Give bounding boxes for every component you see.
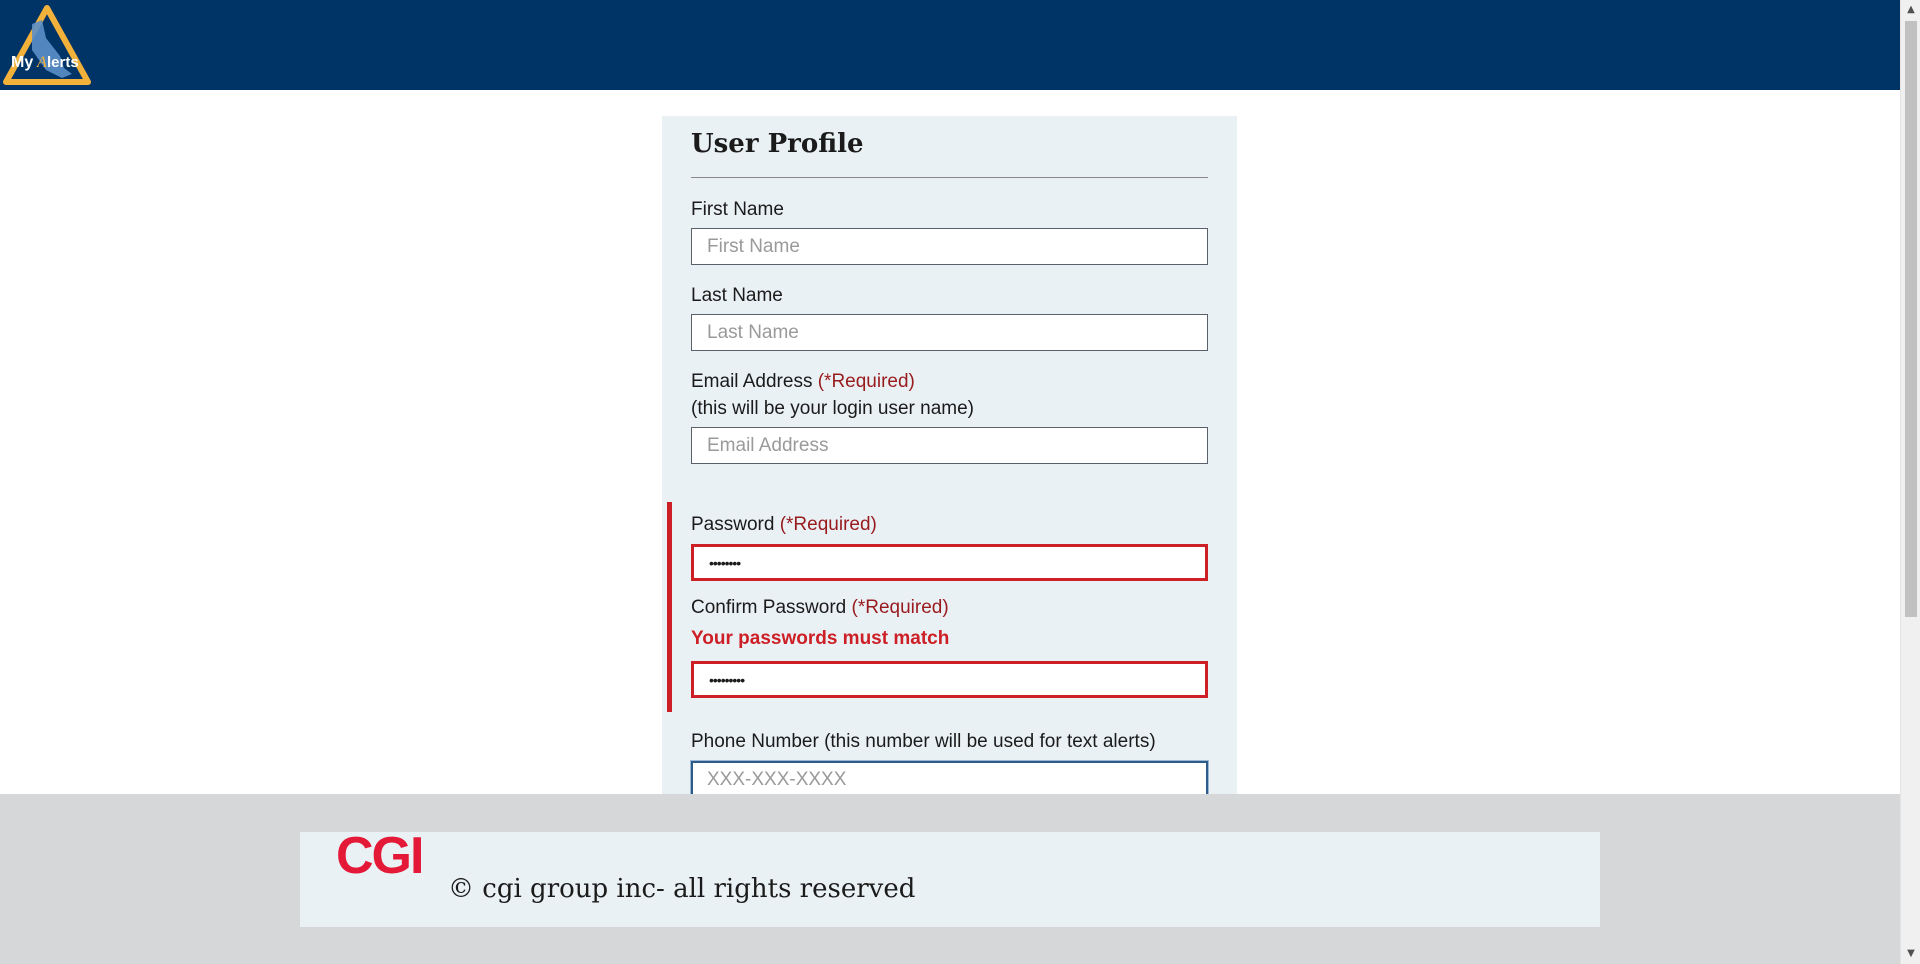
email-input[interactable] (691, 427, 1208, 464)
user-profile-panel: User Profile First Name Last Name Email … (662, 116, 1237, 798)
email-label: Email Address (*Required) (691, 371, 915, 393)
password-label-text: Password (691, 514, 775, 535)
password-masked-value: •••••••• (709, 554, 741, 571)
phone-input[interactable] (691, 761, 1208, 798)
password-mismatch-error: Your passwords must match (691, 628, 950, 649)
svg-text:A: A (36, 54, 47, 71)
scroll-thumb[interactable] (1905, 21, 1917, 617)
last-name-label: Last Name (691, 285, 783, 306)
password-required-indicator: (*Required) (779, 514, 877, 535)
password-label: Password (*Required) (691, 514, 877, 536)
site-header: My A lerts (0, 0, 1900, 90)
email-label-text: Email Address (691, 371, 813, 392)
scroll-up-arrow-icon[interactable]: ▲ (1901, 0, 1920, 20)
site-footer: CGI © cgi group inc- all rights reserved (0, 794, 1900, 964)
confirm-password-masked-value: ••••••••• (709, 671, 745, 688)
confirm-password-input[interactable]: ••••••••• (691, 661, 1208, 698)
myalerts-logo[interactable]: My A lerts (2, 4, 92, 86)
confirm-password-required-indicator: (*Required) (851, 597, 949, 618)
page-scrollbar[interactable]: ▲ ▼ (1900, 0, 1920, 964)
phone-label: Phone Number (this number will be used f… (691, 731, 1156, 752)
email-hint: (this will be your login user name) (691, 398, 975, 419)
svg-text:lerts: lerts (47, 54, 79, 71)
page-title: User Profile (691, 129, 864, 159)
first-name-label: First Name (691, 199, 784, 220)
confirm-password-label-text: Confirm Password (691, 597, 847, 618)
password-error-indicator (667, 502, 672, 712)
password-field[interactable]: •••••••• (691, 544, 1208, 581)
copyright-text: © cgi group inc- all rights reserved (448, 874, 916, 904)
password-input[interactable]: •••••••• (691, 544, 1208, 581)
last-name-input[interactable] (691, 314, 1208, 351)
confirm-password-field[interactable]: ••••••••• (691, 661, 1208, 698)
confirm-password-label: Confirm Password (*Required) (691, 597, 949, 619)
scroll-down-arrow-icon[interactable]: ▼ (1901, 944, 1920, 964)
title-divider (691, 177, 1208, 178)
footer-content: CGI © cgi group inc- all rights reserved (300, 827, 1600, 927)
first-name-input[interactable] (691, 228, 1208, 265)
logo-text: My (11, 54, 33, 71)
email-required-indicator: (*Required) (817, 371, 915, 392)
cgi-logo[interactable]: CGI (336, 826, 424, 886)
